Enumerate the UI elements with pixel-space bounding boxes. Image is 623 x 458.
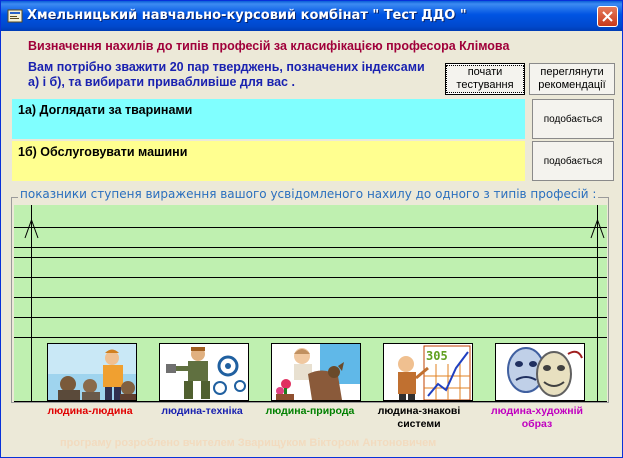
author-credit: програму розроблено вчителем Зварищуком …: [60, 437, 437, 449]
page-heading: Визначення нахилів до типів професій за …: [28, 39, 510, 53]
person-art-image: [495, 343, 585, 401]
close-icon: [602, 11, 613, 22]
category-label-person-nature: людина-природа: [265, 405, 355, 417]
axis-arrow-icon: [24, 219, 39, 239]
grid-line: [14, 337, 607, 338]
category-label-person-art: людина-художній образ: [491, 405, 583, 430]
category-label-person-technology: людина-техніка: [161, 405, 243, 417]
main-window: Хмельницький навчально-курсовий комбінат…: [0, 0, 623, 458]
window-title: Хмельницький навчально-курсовий комбінат…: [27, 8, 467, 23]
statement-a: 1а) Доглядати за тваринами: [12, 99, 525, 139]
chart-legend: показники ступеня вираження вашого усвід…: [18, 187, 599, 201]
grid-line: [14, 297, 607, 298]
like-button-a[interactable]: подобається: [532, 99, 614, 139]
category-label-person-person: людина-людина: [47, 405, 133, 417]
svg-text:305: 305: [426, 349, 448, 363]
view-recommendations-button[interactable]: переглянути рекомендації: [529, 63, 615, 95]
grid-line: [14, 317, 607, 318]
grid-line: [14, 247, 607, 248]
start-test-button[interactable]: почати тестування: [445, 63, 525, 95]
person-sign-systems-image: 305: [383, 343, 473, 401]
client-area: Визначення нахилів до типів професій за …: [4, 31, 619, 454]
category-label-person-sign-systems: людина-знакові системи: [377, 405, 461, 430]
like-button-b[interactable]: подобається: [532, 141, 614, 181]
statement-b: 1б) Обслуговувати машини: [12, 141, 525, 181]
person-technology-image: [159, 343, 249, 401]
title-bar: Хмельницький навчально-курсовий комбінат…: [1, 1, 622, 31]
grid-line: [14, 277, 607, 278]
grid-line: [14, 257, 607, 258]
close-button[interactable]: [597, 6, 618, 27]
grid-line: [14, 227, 607, 228]
person-nature-image: [271, 343, 361, 401]
grid-line: [14, 401, 607, 402]
app-icon: [7, 9, 23, 23]
axis-arrow-icon: [590, 219, 605, 239]
instructions-text: Вам потрібно зважити 20 пар тверджень, п…: [28, 60, 425, 89]
person-person-image: [47, 343, 137, 401]
chart-area: 305: [14, 205, 607, 402]
